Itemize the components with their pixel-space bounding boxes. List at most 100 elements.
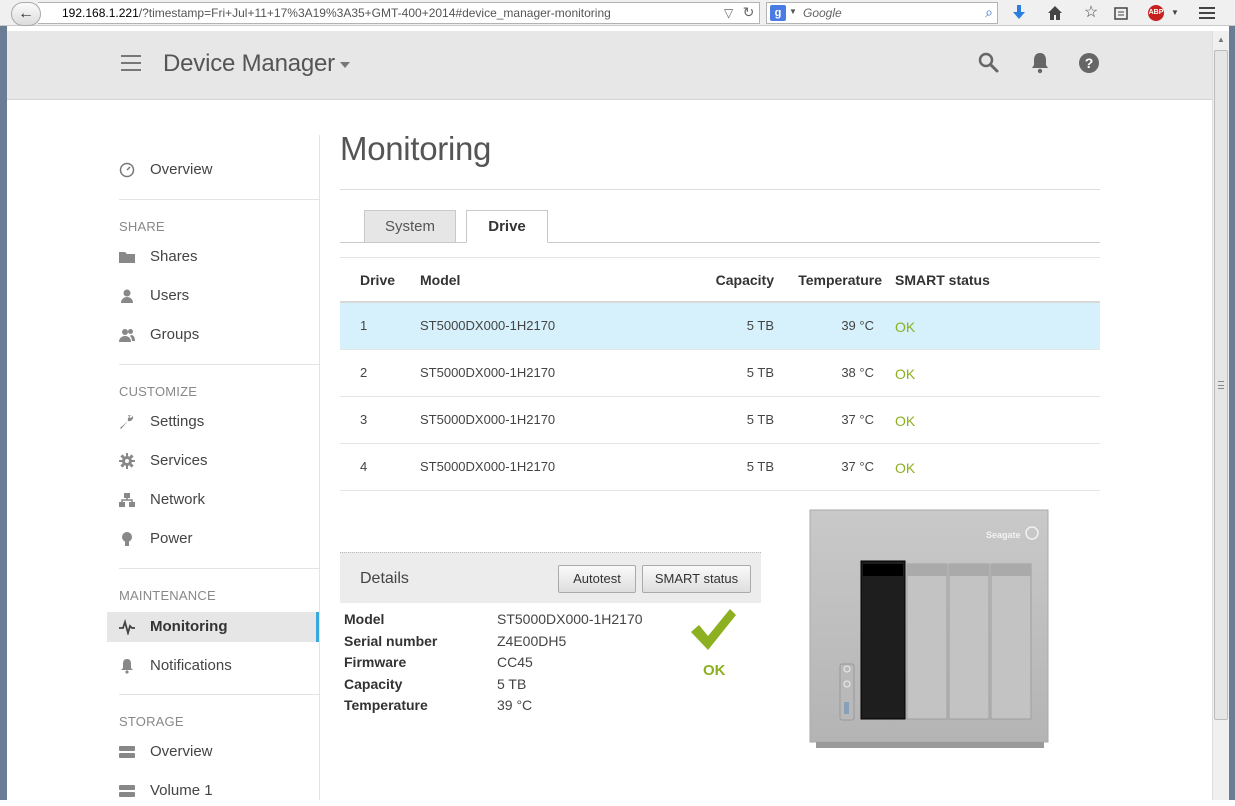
search-placeholder: Google: [803, 6, 842, 20]
section-customize: CUSTOMIZE: [119, 384, 198, 399]
cell-temperature: 38 °C: [841, 365, 874, 380]
cell-drive: 3: [360, 412, 368, 427]
home-icon[interactable]: [1044, 3, 1066, 23]
cell-capacity: 5 TB: [746, 318, 774, 333]
sidebar-item-label: Groups: [150, 326, 200, 343]
detail-label-model: Model: [344, 611, 385, 627]
volume-icon: [119, 785, 135, 797]
search-icon[interactable]: ⌕: [985, 4, 993, 21]
caret-down-icon[interactable]: [340, 62, 350, 68]
sidebar-item-users[interactable]: Users: [107, 281, 319, 311]
adblock-icon[interactable]: ABP: [1148, 5, 1164, 21]
browser-toolbar: 192.168.1.221/?timestamp=Fri+Jul+11+17%3…: [0, 0, 1235, 26]
divider: [340, 189, 1100, 190]
svg-text:?: ?: [1085, 55, 1094, 71]
device-brand: Seagate: [986, 530, 1021, 540]
address-bar[interactable]: 192.168.1.221/?timestamp=Fri+Jul+11+17%3…: [38, 2, 760, 24]
scrollbar-thumb[interactable]: [1214, 50, 1228, 720]
column-header-drive[interactable]: Drive: [360, 272, 395, 288]
tab-drive[interactable]: Drive: [466, 210, 548, 243]
search-icon[interactable]: [977, 51, 1001, 75]
hard-drive-icon: [119, 746, 135, 758]
cell-capacity: 5 TB: [746, 459, 774, 474]
sidebar-item-monitoring[interactable]: Monitoring: [107, 612, 319, 642]
bookmark-star-icon[interactable]: ☆: [1080, 3, 1102, 23]
table-row[interactable]: 4 ST5000DX000-1H2170 5 TB 37 °C OK: [340, 444, 1100, 491]
google-icon[interactable]: g: [770, 5, 786, 21]
detail-value-serial: Z4E00DH5: [497, 633, 567, 649]
engine-dropdown-icon[interactable]: ▼: [789, 7, 797, 16]
smart-status-button[interactable]: SMART status: [642, 565, 751, 593]
cell-model: ST5000DX000-1H2170: [420, 412, 556, 427]
detail-value-temperature: 39 °C: [497, 697, 533, 713]
folder-icon: [119, 252, 135, 263]
detail-value-capacity: 5 TB: [497, 676, 527, 692]
table-row[interactable]: 1 ST5000DX000-1H2170 5 TB 39 °C OK: [340, 303, 1100, 350]
bell-icon[interactable]: [1028, 51, 1052, 75]
gear-icon: [119, 453, 135, 469]
detail-value-model: ST5000DX000-1H2170: [497, 611, 643, 627]
download-icon[interactable]: [1008, 3, 1030, 23]
sidebar-item-settings[interactable]: Settings: [107, 407, 319, 437]
dropdown-icon[interactable]: ▽: [724, 6, 733, 20]
tab-system[interactable]: System: [364, 210, 456, 243]
cell-capacity: 5 TB: [746, 412, 774, 427]
status-ok-label: OK: [703, 662, 726, 679]
scroll-up-icon[interactable]: ▲: [1217, 35, 1225, 44]
column-header-temperature[interactable]: Temperature: [798, 272, 882, 288]
sidebar-item-label: Settings: [150, 413, 205, 430]
window-frame-right: [1229, 26, 1235, 800]
cell-drive: 4: [360, 459, 368, 474]
section-storage: STORAGE: [119, 714, 184, 729]
abp-label: ABP: [1148, 9, 1164, 16]
autotest-button[interactable]: Autotest: [558, 565, 636, 593]
divider: [119, 568, 319, 569]
lightbulb-icon: [122, 532, 132, 546]
sidebar-item-storage-overview[interactable]: Overview: [107, 737, 319, 767]
window-frame-left: [0, 26, 7, 800]
sidebar-item-overview[interactable]: Overview: [107, 155, 319, 185]
sidebar-item-volume[interactable]: Volume 1: [107, 776, 319, 806]
column-header-smart-status[interactable]: SMART status: [895, 272, 990, 288]
page-scrollbar[interactable]: ▲: [1212, 31, 1229, 800]
app-header: Device Manager ?: [7, 31, 1212, 100]
table-header: Drive Model Capacity Temperature SMART s…: [340, 257, 1100, 303]
cell-drive: 1: [360, 318, 368, 333]
group-icon: [119, 329, 135, 342]
section-share: SHARE: [119, 219, 165, 234]
sidebar-item-services[interactable]: Services: [107, 446, 319, 476]
divider: [119, 199, 319, 200]
sidebar-item-power[interactable]: Power: [107, 524, 319, 554]
help-icon[interactable]: ?: [1077, 51, 1101, 75]
search-bar[interactable]: g ▼ Google ⌕: [766, 2, 998, 24]
nas-device-image: Seagate: [809, 509, 1049, 748]
hamburger-menu-icon[interactable]: [121, 55, 141, 71]
url-path: /?timestamp=Fri+Jul+11+17%3A19%3A35+GMT-…: [138, 6, 611, 20]
sidebar-item-groups[interactable]: Groups: [107, 320, 319, 350]
cell-temperature: 37 °C: [841, 459, 874, 474]
pulse-icon: [119, 619, 135, 635]
sidebar-item-network[interactable]: Network: [107, 485, 319, 515]
reading-list-icon[interactable]: [1110, 3, 1132, 23]
details-panel: Details Autotest SMART status: [340, 552, 761, 603]
reload-icon[interactable]: ↻: [743, 4, 755, 20]
drive-bay-1: [860, 560, 906, 720]
cell-drive: 2: [360, 365, 368, 380]
url-controls: ▽ ↻: [724, 4, 754, 21]
arrow-left-icon: ←: [18, 5, 34, 22]
adblock-dropdown-icon[interactable]: ▼: [1164, 3, 1186, 23]
sidebar-item-label: Monitoring: [150, 618, 228, 635]
app-title[interactable]: Device Manager: [163, 50, 335, 78]
sidebar-item-notifications[interactable]: Notifications: [107, 651, 319, 681]
sidebar-item-label: Network: [150, 491, 206, 508]
section-maintenance: MAINTENANCE: [119, 588, 216, 603]
column-header-capacity[interactable]: Capacity: [716, 272, 774, 288]
column-header-model[interactable]: Model: [420, 272, 460, 288]
sidebar: Overview SHARE Shares Users Groups CUSTO…: [107, 135, 319, 800]
back-button[interactable]: ←: [11, 2, 41, 26]
table-row[interactable]: 3 ST5000DX000-1H2170 5 TB 37 °C OK: [340, 397, 1100, 444]
drive-bay-3: [948, 563, 990, 720]
table-row[interactable]: 2 ST5000DX000-1H2170 5 TB 38 °C OK: [340, 350, 1100, 397]
sidebar-item-shares[interactable]: Shares: [107, 242, 319, 272]
menu-icon[interactable]: [1196, 3, 1218, 23]
